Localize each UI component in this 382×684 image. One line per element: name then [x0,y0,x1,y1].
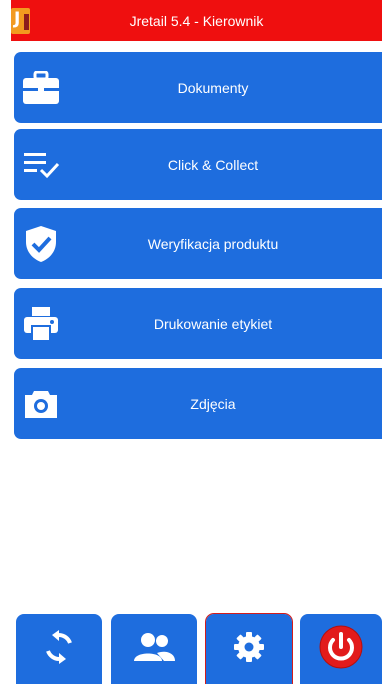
menu-item-dokumenty[interactable]: Dokumenty [14,52,382,123]
menu-item-label: Zdjęcia [190,395,236,412]
printer-icon [21,304,61,344]
menu-item-weryfikacja[interactable]: Weryfikacja produktu [14,208,382,279]
logo-stripe [24,14,29,30]
gear-icon [233,631,265,668]
menu-item-label: Dokumenty [177,79,249,96]
camera-icon [21,384,61,424]
app-logo: J [11,8,30,34]
users-button[interactable] [111,614,197,684]
menu-item-zdjecia[interactable]: Zdjęcia [14,368,382,439]
app-title: Jretail 5.4 - Kierownik [129,12,264,29]
menu-item-label: Drukowanie etykiet [153,315,273,332]
sync-icon [42,629,76,669]
logout-button[interactable] [300,614,382,684]
title-bar: J Jretail 5.4 - Kierownik [11,0,382,41]
briefcase-icon [21,68,61,108]
menu-item-label: Click & Collect [167,156,259,173]
power-icon [319,625,363,674]
menu-item-drukowanie[interactable]: Drukowanie etykiet [14,288,382,359]
users-icon [132,631,176,668]
menu-item-label: Weryfikacja produktu [147,235,279,252]
list-check-icon [21,145,61,185]
menu-item-click-collect[interactable]: Click & Collect [14,129,382,200]
sync-button[interactable] [16,614,102,684]
logo-letter: J [14,9,21,29]
settings-button[interactable] [205,613,293,684]
shield-check-icon [21,224,61,264]
